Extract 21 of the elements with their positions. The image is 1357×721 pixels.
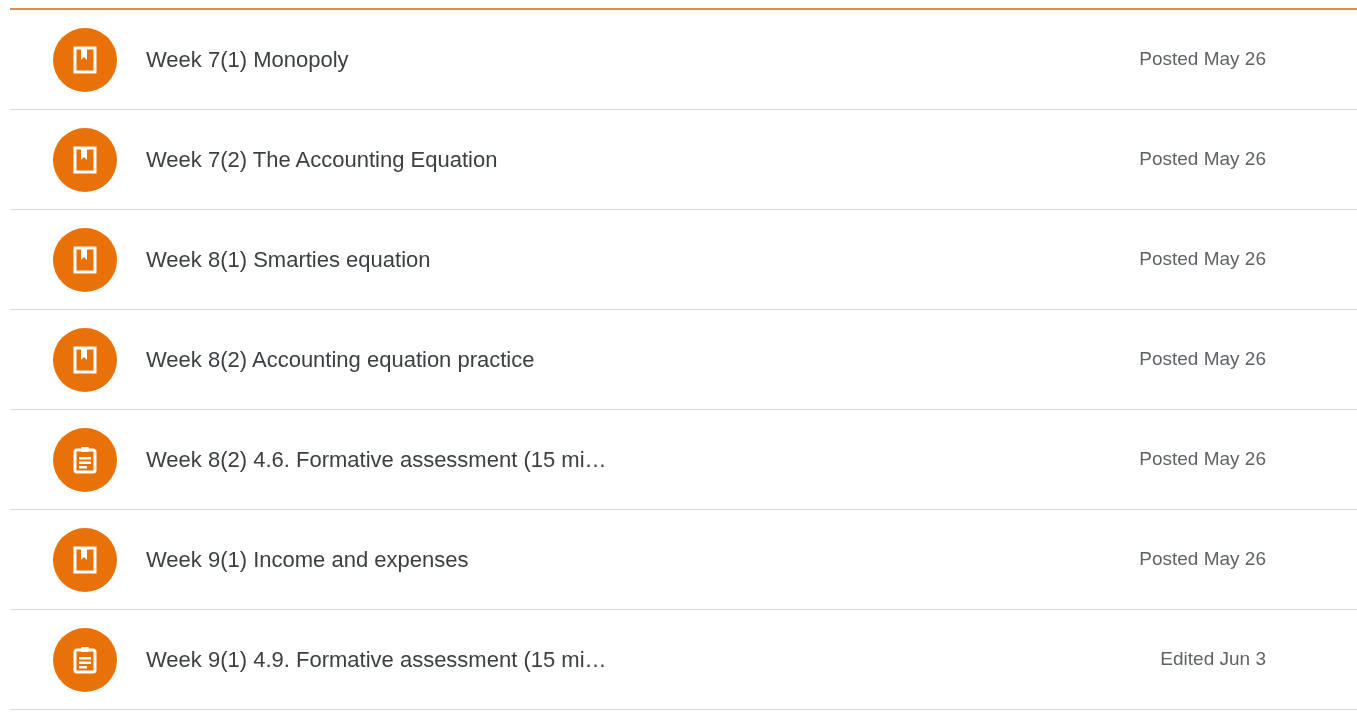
item-title[interactable]: Week 9(1) Income and expenses	[146, 543, 469, 576]
posted-date: Posted May 26	[1139, 347, 1266, 372]
bookmark-book-icon	[73, 45, 97, 74]
item-title[interactable]: Week 9(1) 4.9. Formative assessment (15 mi…	[146, 643, 607, 676]
bookmark-book-icon	[73, 245, 97, 274]
bookmark-book-icon	[73, 545, 97, 574]
posted-date: Posted May 26	[1139, 447, 1266, 472]
posted-date: Posted May 26	[1139, 47, 1266, 72]
item-title[interactable]: Week 7(2) The Accounting Equation	[146, 143, 498, 176]
item-title[interactable]: Week 7(1) Monopoly	[146, 43, 349, 76]
item-title[interactable]: Week 8(2) 4.6. Formative assessment (15 mi…	[146, 443, 607, 476]
clipboard-icon	[73, 445, 97, 474]
item-title[interactable]: Week 8(2) Accounting equation practice	[146, 343, 535, 376]
posted-date: Posted May 26	[1139, 147, 1266, 172]
posted-date: Edited Jun 3	[1160, 647, 1266, 672]
posted-date: Posted May 26	[1139, 547, 1266, 572]
posted-date: Posted May 26	[1139, 247, 1266, 272]
bookmark-book-icon	[73, 145, 97, 174]
item-title[interactable]: Week 8(1) Smarties equation	[146, 243, 431, 276]
clipboard-icon	[73, 645, 97, 674]
bookmark-book-icon	[73, 345, 97, 374]
